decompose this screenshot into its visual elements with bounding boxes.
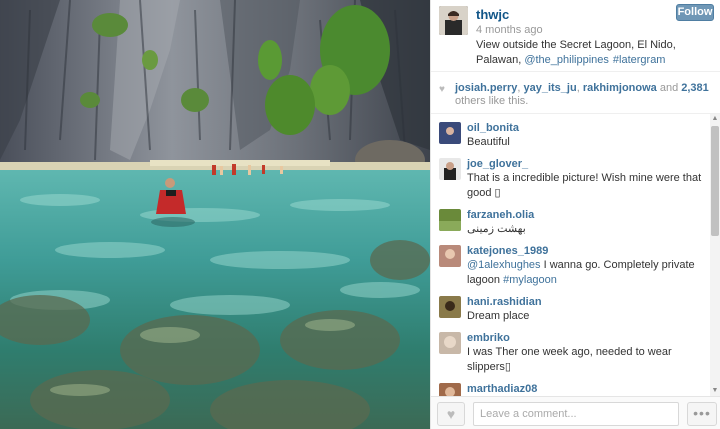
commenter-username[interactable]: oil_bonita xyxy=(467,114,713,134)
chevron-down-icon[interactable]: ▼ xyxy=(710,386,720,396)
comment-scrollbar[interactable]: ▲ ▼ xyxy=(710,114,720,396)
comment-text: Dream place xyxy=(467,310,530,322)
comment-hashtag[interactable]: #mylagoon xyxy=(503,274,557,286)
caption-hashtag[interactable]: #latergram xyxy=(613,54,666,66)
lagoon-photo xyxy=(0,0,430,429)
heart-icon: ♥ xyxy=(446,406,456,422)
owner-avatar-image xyxy=(439,6,468,35)
comment-item: oil_bonita Beautiful xyxy=(431,114,713,150)
commenter-avatar[interactable] xyxy=(439,383,461,396)
comment-text: بهشت زمینی xyxy=(467,223,526,235)
commenter-avatar[interactable] xyxy=(439,245,461,267)
commenter-username[interactable]: hani.rashidian xyxy=(467,288,713,308)
comment-item: hani.rashidian Dream place xyxy=(431,288,713,324)
comment-list: oil_bonita Beautiful joe_glover_ That is… xyxy=(431,114,713,396)
avatar-image xyxy=(439,383,461,396)
comment-mention[interactable]: @1alexhughes xyxy=(467,259,541,271)
post-caption: View outside the Secret Lagoon, El Nido,… xyxy=(476,38,714,68)
avatar-image xyxy=(439,209,461,231)
follow-button[interactable]: Follow xyxy=(676,4,714,21)
owner-username[interactable]: thwjc xyxy=(476,7,509,22)
comment-body: That is a incredible picture! Wish mine … xyxy=(467,172,702,199)
comment-body: I was Ther one week ago, needed to wear … xyxy=(467,346,672,373)
likes-tail: others like this. xyxy=(455,95,529,107)
comment-text: Beautiful xyxy=(467,136,510,148)
avatar-image xyxy=(439,122,461,144)
commenter-username[interactable]: embriko xyxy=(467,324,713,344)
comment-footer: ♥ ••• xyxy=(431,396,720,429)
like-button[interactable]: ♥ xyxy=(437,402,465,426)
post-header: thwjc Follow 4 months ago View outside t… xyxy=(431,0,720,72)
avatar-image xyxy=(439,158,461,180)
comment-item: embriko I was Ther one week ago, needed … xyxy=(431,324,713,375)
commenter-username[interactable]: katejones_1989 xyxy=(467,237,713,257)
comment-item: marthadiaz08 ▯ xyxy=(431,375,713,396)
heart-icon: ♥ xyxy=(439,84,445,95)
post-sidebar: thwjc Follow 4 months ago View outside t… xyxy=(430,0,720,429)
liker-link[interactable]: josiah.perry xyxy=(455,82,517,94)
scrollbar-thumb[interactable] xyxy=(711,126,719,236)
comment-item: katejones_1989 @1alexhughes I wanna go. … xyxy=(431,237,713,288)
commenter-username[interactable]: farzaneh.olia xyxy=(467,201,713,221)
commenter-avatar[interactable] xyxy=(439,158,461,180)
caption-tags: @the_philippines #latergram xyxy=(524,54,665,66)
liker-link[interactable]: rakhimjonowa xyxy=(583,82,657,94)
emoji-placeholder-glyph: ▯ xyxy=(494,187,501,199)
comment-input[interactable] xyxy=(473,402,679,426)
more-options-button[interactable]: ••• xyxy=(687,402,717,426)
post-timestamp: 4 months ago xyxy=(476,24,543,36)
commenter-avatar[interactable] xyxy=(439,122,461,144)
commenter-avatar[interactable] xyxy=(439,209,461,231)
comment-text: That is a incredible picture! Wish mine … xyxy=(467,170,713,201)
comment-item: joe_glover_ That is a incredible picture… xyxy=(431,150,713,201)
chevron-up-icon[interactable]: ▲ xyxy=(710,114,720,124)
commenter-avatar[interactable] xyxy=(439,296,461,318)
comment-text: I was Ther one week ago, needed to wear … xyxy=(467,344,713,375)
post-photo[interactable] xyxy=(0,0,430,429)
caption-mention[interactable]: @the_philippines xyxy=(524,54,609,66)
likes-summary: ♥ josiah.perry, yay_its_ju, rakhimjonowa… xyxy=(431,72,720,114)
likes-and: and xyxy=(656,82,682,94)
avatar-image xyxy=(439,332,461,354)
instagram-post-view: thwjc Follow 4 months ago View outside t… xyxy=(0,0,720,429)
liker-link[interactable]: yay_its_ju xyxy=(523,82,576,94)
commenter-username[interactable]: marthadiaz08 xyxy=(467,375,713,395)
comment-item: farzaneh.olia بهشت زمینی xyxy=(431,201,713,237)
more-options-icon: ••• xyxy=(693,405,711,421)
commenter-avatar[interactable] xyxy=(439,332,461,354)
avatar-image xyxy=(439,296,461,318)
owner-avatar[interactable] xyxy=(439,6,468,35)
emoji-placeholder-glyph: ▯ xyxy=(504,361,511,373)
avatar-image xyxy=(439,245,461,267)
comment-text: @1alexhughes I wanna go. Completely priv… xyxy=(467,257,713,288)
likes-count[interactable]: 2,381 xyxy=(681,82,709,94)
commenter-username[interactable]: joe_glover_ xyxy=(467,150,713,170)
